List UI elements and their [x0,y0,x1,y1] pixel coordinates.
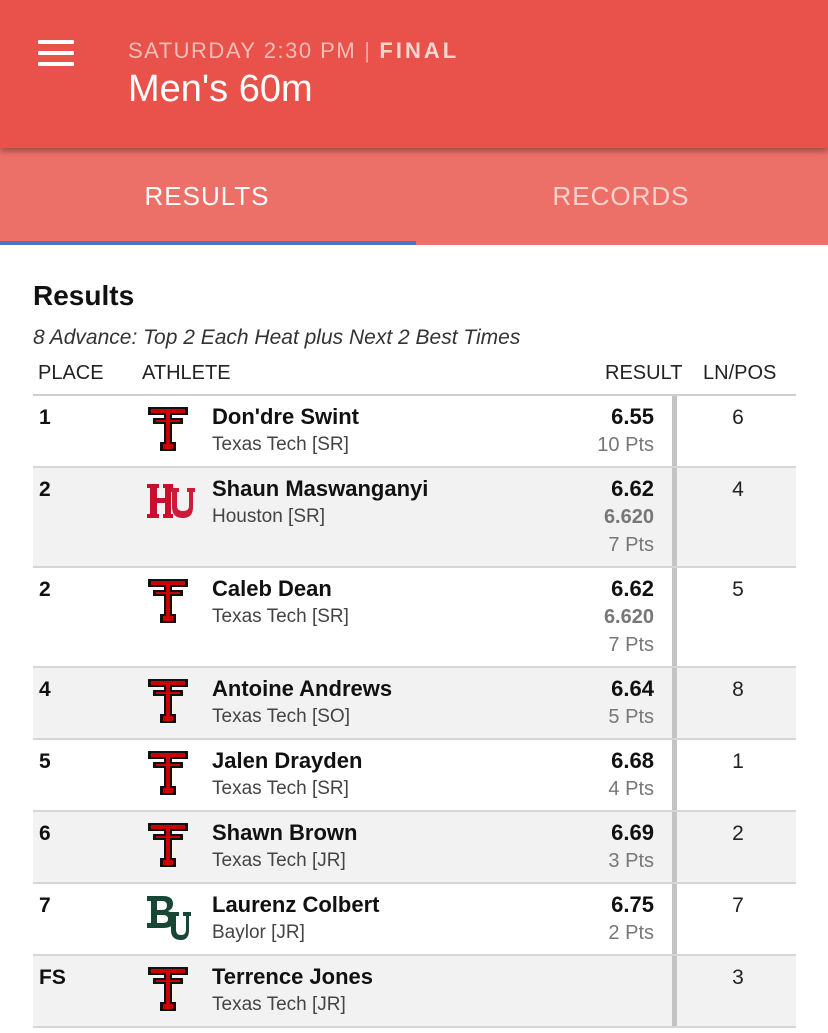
result-points: 3 Pts [608,850,654,872]
athlete-name[interactable]: Terrence Jones [212,964,373,990]
result-mark: 6.68 [611,748,654,773]
tab-bar: RESULTS RECORDS [0,148,828,245]
row-place: 5 [39,750,51,773]
result-points: 10 Pts [597,434,654,456]
event-time: SATURDAY 2:30 PM [128,38,357,63]
result-points: 7 Pts [608,634,654,656]
event-title: Men's 60m [128,68,313,110]
lane-position: 4 [732,478,744,501]
result-mark: 6.62 [611,576,654,601]
table-row[interactable]: 2 Shaun Maswanganyi Houston [SR] 6.62 6.620 7… [33,468,796,568]
athlete-team: Texas Tech [SR] [212,606,349,627]
row-place: 4 [39,678,51,701]
baylor-logo [145,892,191,942]
lane-position: 6 [732,406,744,429]
table-row[interactable]: 1 Don'dre Swint Texas Tech [SR] 6.55 10 Pts 6 [33,396,796,468]
row-place: 7 [39,894,51,917]
column-header-result: RESULT [605,362,683,384]
result-points: 4 Pts [608,778,654,800]
active-tab-indicator [0,241,416,245]
athlete-team: Texas Tech [SR] [212,778,349,799]
row-place: 1 [39,406,51,429]
lane-position: 7 [732,894,744,917]
athlete-team: Texas Tech [SO] [212,706,350,727]
result-points: 2 Pts [608,922,654,944]
athlete-team: Texas Tech [JR] [212,850,346,871]
event-meta: SATURDAY 2:30 PM | FINAL [128,38,459,64]
table-row[interactable]: 7 Laurenz Colbert Baylor [JR] 6.75 2 Pts 7 [33,884,796,956]
table-row[interactable]: 5 Jalen Drayden Texas Tech [SR] 6.68 4 Pts 1 [33,740,796,812]
athlete-name[interactable]: Shawn Brown [212,820,357,846]
row-place: 2 [39,478,51,501]
houston-logo [145,476,195,526]
athlete-name[interactable]: Laurenz Colbert [212,892,379,918]
athlete-name[interactable]: Caleb Dean [212,576,332,602]
column-divider [672,812,677,882]
result-precise: 6.620 [603,606,654,628]
results-table: 1 Don'dre Swint Texas Tech [SR] 6.55 10 Pts 6… [33,394,796,1028]
column-divider [672,884,677,954]
texas-tech-logo [145,576,191,626]
column-divider [672,396,677,466]
table-row[interactable]: FS Terrence Jones Texas Tech [JR] 3 [33,956,796,1028]
row-place: 2 [39,578,51,601]
athlete-name[interactable]: Antoine Andrews [212,676,392,702]
result-mark: 6.64 [611,676,654,701]
texas-tech-logo [145,676,191,726]
table-row[interactable]: 2 Caleb Dean Texas Tech [SR] 6.62 6.620 7 Pts… [33,568,796,668]
table-row[interactable]: 6 Shawn Brown Texas Tech [JR] 6.69 3 Pts 2 [33,812,796,884]
advance-note: 8 Advance: Top 2 Each Heat plus Next 2 B… [33,326,521,349]
lane-position: 5 [732,578,744,601]
tab-records[interactable]: RECORDS [414,148,828,245]
athlete-team: Houston [SR] [212,506,325,527]
texas-tech-logo [145,748,191,798]
athlete-name[interactable]: Shaun Maswanganyi [212,476,428,502]
section-title: Results [33,280,135,311]
column-header-lnpos: LN/POS [703,362,777,384]
column-header-place: PLACE [38,362,104,384]
row-place: FS [39,966,66,989]
lane-position: 3 [732,966,744,989]
result-precise: 6.620 [603,506,654,528]
column-divider [672,740,677,810]
column-divider [672,668,677,738]
column-header-athlete: ATHLETE [142,362,231,384]
menu-icon[interactable] [38,40,74,66]
app-bar: SATURDAY 2:30 PM | FINAL Men's 60m [0,0,828,148]
athlete-team: Baylor [JR] [212,922,305,943]
result-mark: 6.55 [611,404,654,429]
athlete-name[interactable]: Don'dre Swint [212,404,359,430]
athlete-name[interactable]: Jalen Drayden [212,748,362,774]
texas-tech-logo [145,820,191,870]
table-row[interactable]: 4 Antoine Andrews Texas Tech [SO] 6.64 5 Pts… [33,668,796,740]
result-mark: 6.62 [611,476,654,501]
event-status: FINAL [379,38,460,63]
row-place: 6 [39,822,51,845]
texas-tech-logo [145,964,191,1014]
column-divider [672,568,677,666]
result-mark: 6.69 [611,820,654,845]
athlete-team: Texas Tech [SR] [212,434,349,455]
result-points: 5 Pts [608,706,654,728]
column-divider [672,468,677,566]
athlete-team: Texas Tech [JR] [212,994,346,1015]
lane-position: 2 [732,822,744,845]
lane-position: 8 [732,678,744,701]
table-header: PLACE ATHLETE RESULT LN/POS [0,362,828,392]
tab-results[interactable]: RESULTS [0,148,414,245]
result-mark: 6.75 [611,892,654,917]
lane-position: 1 [732,750,744,773]
texas-tech-logo [145,404,191,454]
result-points: 7 Pts [608,534,654,556]
meta-separator: | [364,38,372,63]
column-divider [672,956,677,1026]
